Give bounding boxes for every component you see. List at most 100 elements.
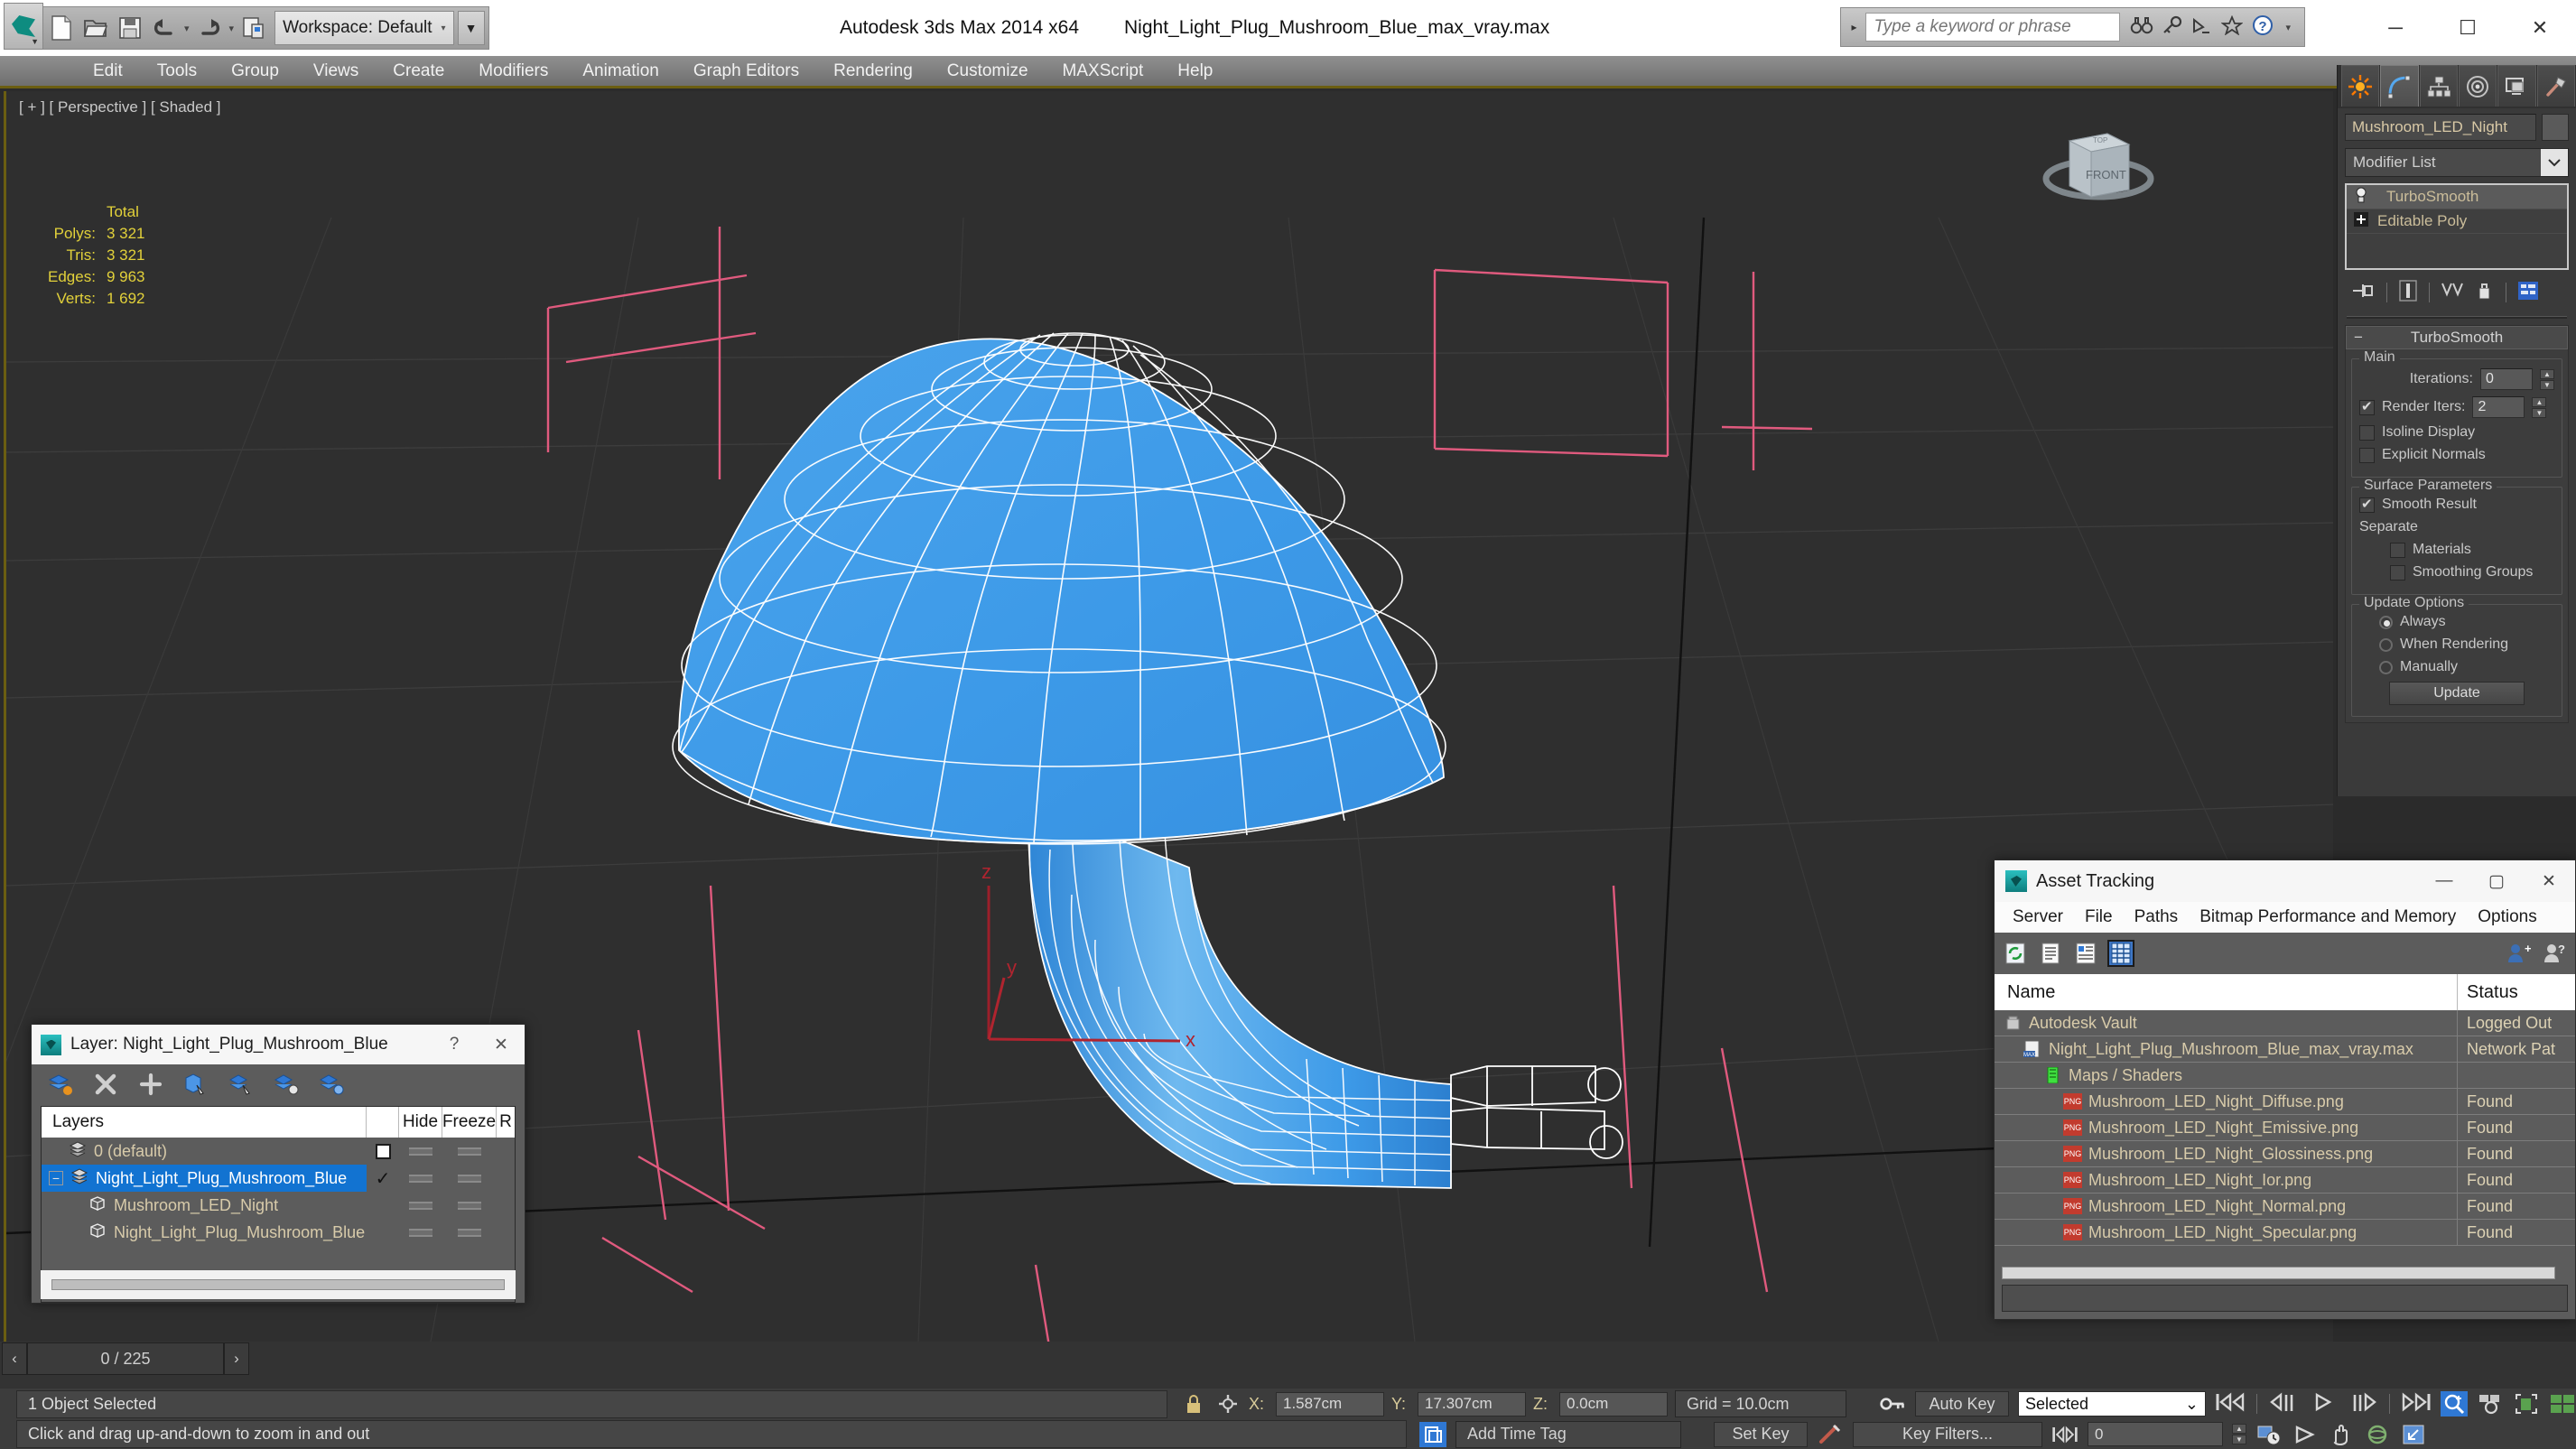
viewport-label[interactable]: [ + ] [ Perspective ] [ Shaded ] (19, 98, 220, 116)
open-file-button[interactable] (79, 10, 113, 46)
select-objects-in-layer-icon[interactable] (183, 1072, 209, 1097)
menu-graph-editors[interactable]: Graph Editors (676, 55, 816, 88)
arc-rotate-icon[interactable] (2292, 1422, 2319, 1447)
add-time-tag-toggle-icon[interactable] (1419, 1421, 1446, 1447)
layer-expander-icon[interactable]: − (49, 1171, 63, 1185)
help-dropdown-icon[interactable]: ▾ (2283, 22, 2293, 33)
add-to-layer-icon[interactable] (138, 1072, 163, 1097)
hide-toggle-icon[interactable] (409, 1147, 432, 1156)
go-to-start-icon[interactable] (2215, 1392, 2246, 1416)
remove-modifier-icon[interactable] (2475, 281, 2495, 305)
asset-col-name[interactable]: Name (1995, 974, 2458, 1010)
chevron-down-icon[interactable] (2541, 149, 2568, 176)
z-coordinate-field[interactable]: 0.0cm (1559, 1391, 1668, 1416)
set-key-button[interactable]: Set Key (1714, 1421, 1808, 1447)
render-iters-checkbox[interactable] (2359, 398, 2375, 415)
application-menu-button[interactable]: ▼ (4, 3, 43, 50)
layer-hide-cell[interactable] (399, 1228, 442, 1237)
menu-animation[interactable]: Animation (565, 55, 676, 88)
hide-toggle-icon[interactable] (409, 1201, 432, 1210)
lightbulb-icon[interactable] (2354, 187, 2368, 208)
layer-hide-cell[interactable] (399, 1201, 442, 1210)
redo-button[interactable] (192, 10, 227, 46)
x-coordinate-field[interactable]: 1.587cm (1275, 1391, 1384, 1416)
close-button[interactable]: ✕ (2504, 0, 2576, 56)
workspace-more-button[interactable]: ▼ (457, 11, 485, 45)
update-manually-radio[interactable] (2379, 660, 2393, 674)
update-button[interactable]: Update (2389, 682, 2525, 705)
key-mode-toggle-2-icon[interactable] (2051, 1422, 2078, 1447)
next-frame-icon[interactable] (2348, 1392, 2378, 1416)
delete-layer-icon[interactable] (93, 1072, 118, 1097)
layer-hide-cell[interactable] (399, 1147, 442, 1156)
asset-menu-server[interactable]: Server (2002, 907, 2074, 927)
grid-view-icon[interactable] (2107, 940, 2134, 967)
prev-frame-button[interactable]: ‹ (2, 1342, 27, 1375)
y-coordinate-field[interactable]: 17.307cm (1418, 1391, 1526, 1416)
menu-maxscript[interactable]: MAXScript (1046, 55, 1161, 88)
menu-group[interactable]: Group (214, 55, 296, 88)
time-configuration-icon[interactable] (2255, 1422, 2283, 1447)
layer-col-hide[interactable]: Hide (399, 1107, 442, 1138)
object-color-swatch[interactable] (2542, 114, 2569, 141)
current-frame-field[interactable]: 0 (2088, 1422, 2223, 1446)
layer-horizontal-scrollbar[interactable] (51, 1279, 505, 1290)
layer-col-extra[interactable]: R (497, 1107, 515, 1138)
redo-dropdown-icon[interactable]: ▾ (227, 23, 237, 34)
frame-readout[interactable]: 0 / 225 (27, 1342, 224, 1375)
select-highlighted-layer-icon[interactable] (228, 1072, 254, 1097)
orbit-icon[interactable] (2364, 1422, 2391, 1447)
menu-edit[interactable]: Edit (76, 55, 140, 88)
freeze-toggle-icon[interactable] (458, 1228, 481, 1237)
view-cube[interactable]: FRONT TOP (2017, 114, 2180, 231)
subscription-key-icon[interactable] (2162, 15, 2183, 40)
user-help-icon[interactable]: ? (2543, 942, 2566, 965)
layer-row[interactable]: 0 (default) (42, 1138, 515, 1165)
layer-dialog[interactable]: Layer: Night_Light_Plug_Mushroom_Blue ? … (31, 1024, 525, 1304)
layer-help-button[interactable]: ? (431, 1025, 478, 1064)
asset-maximize-button[interactable]: ▢ (2470, 860, 2523, 902)
create-tab[interactable] (2341, 65, 2380, 107)
asset-tracking-dialog[interactable]: Asset Tracking — ▢ ✕ Server File Paths Bitm… (1994, 859, 2576, 1320)
absolute-relative-transform-icon[interactable] (1214, 1391, 1242, 1416)
set-keys-icon[interactable] (1817, 1422, 1844, 1447)
zoom-all-icon[interactable] (2477, 1391, 2504, 1416)
create-new-layer-icon[interactable] (48, 1072, 73, 1097)
menu-views[interactable]: Views (296, 55, 376, 88)
layer-col-freeze[interactable]: Freeze (442, 1107, 497, 1138)
separate-materials-checkbox[interactable] (2390, 542, 2405, 558)
zoom-extents-icon[interactable] (2513, 1391, 2540, 1416)
asset-col-status[interactable]: Status (2458, 982, 2575, 1003)
asset-row[interactable]: Autodesk Vault Logged Out (1995, 1010, 2575, 1036)
update-always-radio[interactable] (2379, 615, 2393, 629)
rollout-header[interactable]: − TurboSmooth (2346, 326, 2568, 349)
asset-row[interactable]: PNG Mushroom_LED_Night_Glossiness.png Foun… (1995, 1141, 2575, 1167)
hide-toggle-icon[interactable] (409, 1174, 432, 1183)
layer-freeze-cell[interactable] (442, 1228, 497, 1237)
layer-current-cell[interactable] (367, 1143, 399, 1159)
hide-toggle-icon[interactable] (409, 1228, 432, 1237)
auto-key-button[interactable]: Auto Key (1915, 1391, 2009, 1416)
go-to-end-icon[interactable] (2401, 1392, 2432, 1416)
layer-freeze-cell[interactable] (442, 1147, 497, 1156)
object-name-field[interactable]: Mushroom_LED_Night (2345, 114, 2536, 141)
save-file-button[interactable] (113, 10, 147, 46)
asset-row[interactable]: PNG Mushroom_LED_Night_Normal.png Found (1995, 1194, 2575, 1220)
favorites-star-icon[interactable] (2220, 14, 2245, 40)
menu-rendering[interactable]: Rendering (816, 55, 930, 88)
new-file-button[interactable] (44, 10, 79, 46)
zoom-tool-icon[interactable] (2441, 1391, 2468, 1416)
layer-col-layers[interactable]: Layers (42, 1107, 367, 1138)
project-folder-button[interactable] (237, 10, 271, 46)
key-filters-button[interactable]: Key Filters... (1853, 1421, 2042, 1447)
configure-modifier-sets-icon[interactable] (2517, 281, 2539, 305)
asset-row[interactable]: PNG Mushroom_LED_Night_Diffuse.png Found (1995, 1089, 2575, 1115)
list-view-icon[interactable] (2039, 942, 2062, 965)
current-frame-spinner[interactable]: ▲ ▼ (2232, 1424, 2246, 1444)
asset-horizontal-scrollbar[interactable] (2002, 1267, 2555, 1279)
maximize-button[interactable]: ☐ (2432, 0, 2504, 56)
isoline-display-checkbox[interactable] (2359, 424, 2375, 441)
modifier-list-dropdown[interactable]: Modifier List (2345, 148, 2569, 177)
previous-frame-icon[interactable] (2268, 1392, 2299, 1416)
zoom-extents-all-icon[interactable] (2549, 1391, 2576, 1416)
